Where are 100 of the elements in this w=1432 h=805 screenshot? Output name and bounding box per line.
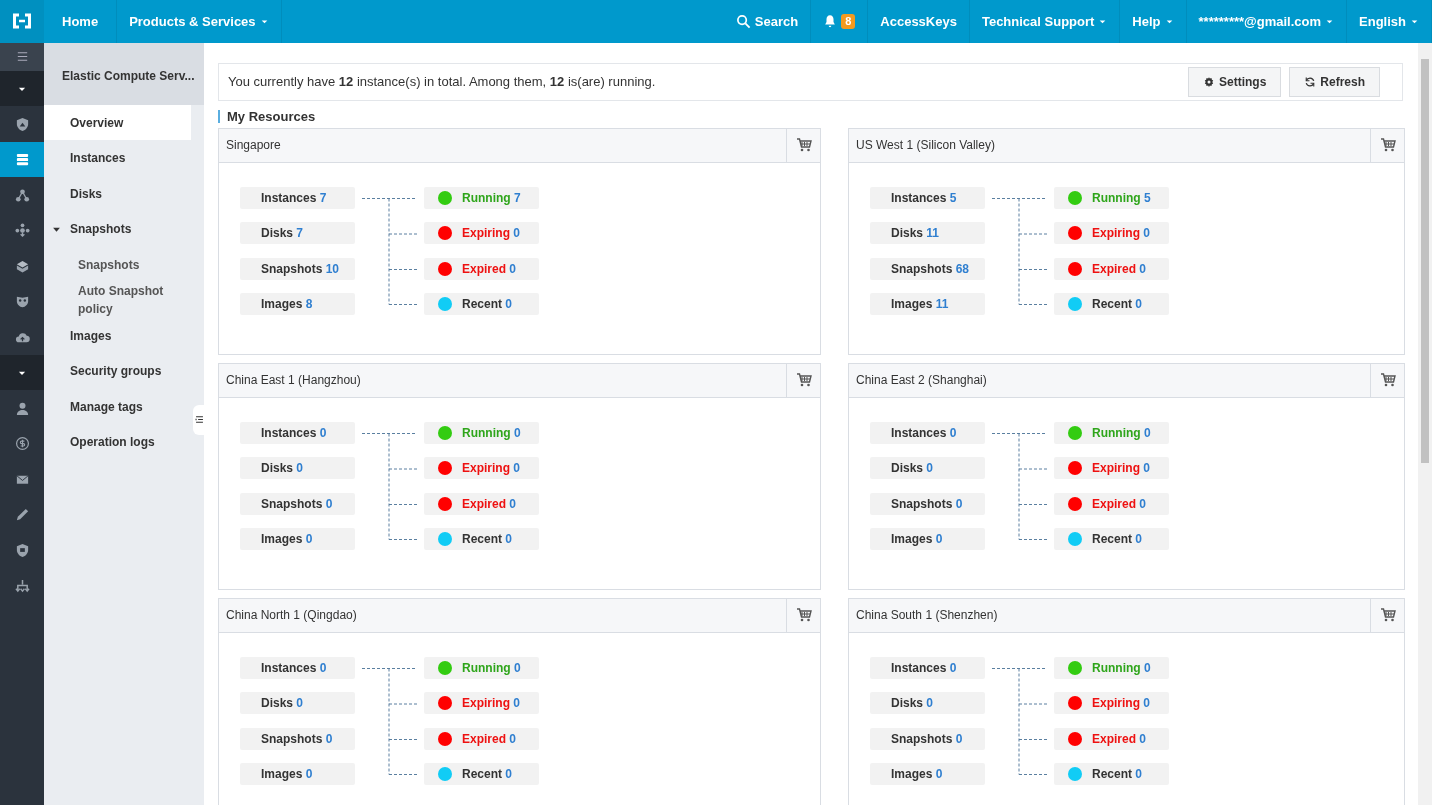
- mask-icon: [14, 294, 30, 310]
- status-count: Running 7: [424, 186, 539, 209]
- status-count: Expiring 0: [1054, 222, 1169, 245]
- resource-count: Snapshots 0: [240, 492, 355, 515]
- sidebar-item[interactable]: Instances: [44, 140, 191, 176]
- resource-count: Disks 11: [870, 222, 985, 245]
- dollar-icon: [14, 436, 30, 452]
- resource-count: Snapshots 0: [870, 492, 985, 515]
- status-count: Recent 0: [424, 763, 539, 786]
- server-icon: [14, 152, 30, 168]
- cart-icon: [795, 372, 812, 389]
- status-count: Expired 0: [1054, 492, 1169, 515]
- resource-count: Images 0: [870, 528, 985, 551]
- bell-icon: [823, 14, 838, 29]
- sidebar-item[interactable]: Manage tags: [44, 388, 191, 425]
- search-icon: [735, 13, 751, 29]
- sidebar-item[interactable]: Snapshots: [44, 211, 191, 247]
- resource-count: Disks 0: [870, 457, 985, 480]
- status-count: Expiring 0: [424, 457, 539, 480]
- resource-count: Disks 7: [240, 222, 355, 245]
- sidebar-item[interactable]: Operation logs: [44, 424, 191, 460]
- network-icon: [14, 223, 30, 239]
- summary-text: You currently have 12 instance(s) in total. Among them, 12 is(are) running.: [228, 73, 657, 92]
- status-count: Running 0: [1054, 656, 1169, 679]
- resource-count: Instances 0: [240, 421, 355, 444]
- sidebar-title: Elastic Compute Serv...: [44, 42, 204, 105]
- status-count: Running 0: [424, 656, 539, 679]
- status-count: Expiring 0: [1054, 457, 1169, 480]
- search-link[interactable]: Search: [723, 0, 812, 43]
- cart-icon: [795, 137, 812, 154]
- nodes-icon: [14, 187, 30, 203]
- status-count: Expiring 0: [1054, 692, 1169, 715]
- sidebar-toggle[interactable]: [193, 404, 205, 435]
- section-title: My Resources: [218, 109, 1403, 123]
- status-count: Expired 0: [1054, 257, 1169, 280]
- resource-count: Instances 0: [240, 656, 355, 679]
- language-menu[interactable]: English: [1347, 0, 1432, 43]
- settings-button[interactable]: Settings: [1187, 66, 1282, 97]
- resource-count: Snapshots 68: [870, 257, 985, 280]
- resource-count: Images 11: [870, 293, 985, 316]
- shield-icon: [14, 542, 30, 558]
- access-keys-link[interactable]: AccessKeys: [868, 0, 970, 43]
- status-count: Running 5: [1054, 186, 1169, 209]
- resource-count: Instances 0: [870, 421, 985, 444]
- home-link[interactable]: Home: [44, 0, 118, 43]
- refresh-icon: [1304, 75, 1317, 88]
- resource-count: Instances 0: [870, 656, 985, 679]
- cart-icon: [795, 607, 812, 624]
- resource-count: Images 0: [870, 763, 985, 786]
- status-count: Recent 0: [1054, 293, 1169, 316]
- cart-icon: [1379, 137, 1396, 154]
- resource-count: Snapshots 0: [240, 727, 355, 750]
- status-count: Expired 0: [1054, 727, 1169, 750]
- hierarchy-icon: [14, 578, 30, 594]
- rail-button[interactable]: [0, 141, 44, 178]
- region-name: Singapore: [225, 137, 281, 155]
- notification-count: 8: [841, 13, 856, 29]
- cart-icon: [1379, 372, 1396, 389]
- refresh-button[interactable]: Refresh: [1289, 66, 1380, 97]
- status-count: Running 0: [1054, 421, 1169, 444]
- sidebar-item[interactable]: Security groups: [44, 353, 191, 389]
- status-count: Recent 0: [1054, 528, 1169, 551]
- resource-count: Instances 5: [870, 186, 985, 209]
- region-name: China East 2 (Shanghai): [855, 372, 987, 390]
- status-count: Expiring 0: [424, 222, 539, 245]
- sidebar-item[interactable]: Auto Snapshot policy: [44, 282, 191, 318]
- sidebar-item[interactable]: Snapshots: [44, 246, 191, 283]
- status-count: Recent 0: [424, 293, 539, 316]
- shield-icon: [14, 116, 30, 132]
- help-menu[interactable]: Help: [1120, 0, 1187, 43]
- region-name: China East 1 (Hangzhou): [225, 372, 361, 390]
- status-count: Expired 0: [424, 257, 539, 280]
- products-menu[interactable]: Products & Services: [117, 0, 282, 43]
- sidebar-item[interactable]: Disks: [44, 175, 191, 212]
- resource-count: Disks 0: [240, 457, 355, 480]
- settings-icon: [1202, 75, 1215, 88]
- resource-count: Disks 0: [240, 692, 355, 715]
- user-icon: [14, 400, 30, 416]
- status-count: Recent 0: [1054, 763, 1169, 786]
- resource-count: Snapshots 10: [240, 257, 355, 280]
- account-menu[interactable]: *********@gmail.com: [1186, 0, 1348, 43]
- status-count: Expired 0: [424, 727, 539, 750]
- scrollbar[interactable]: [1418, 42, 1432, 805]
- region-name: US West 1 (Silicon Valley): [855, 137, 995, 155]
- status-count: Running 0: [424, 421, 539, 444]
- support-menu[interactable]: Technical Support: [969, 0, 1121, 43]
- resource-count: Instances 7: [240, 186, 355, 209]
- resource-count: Images 0: [240, 528, 355, 551]
- region-name: China South 1 (Shenzhen): [855, 607, 998, 625]
- status-count: Expired 0: [424, 492, 539, 515]
- sidebar-item[interactable]: Overview: [44, 104, 191, 141]
- list-icon: [193, 414, 205, 426]
- box-icon: [14, 258, 30, 274]
- cart-icon: [1379, 607, 1396, 624]
- resource-count: Snapshots 0: [870, 727, 985, 750]
- pencil-icon: [14, 507, 30, 523]
- resource-count: Images 8: [240, 293, 355, 316]
- region-name: China North 1 (Qingdao): [225, 607, 357, 625]
- resource-count: Images 0: [240, 763, 355, 786]
- sidebar-item[interactable]: Images: [44, 317, 191, 354]
